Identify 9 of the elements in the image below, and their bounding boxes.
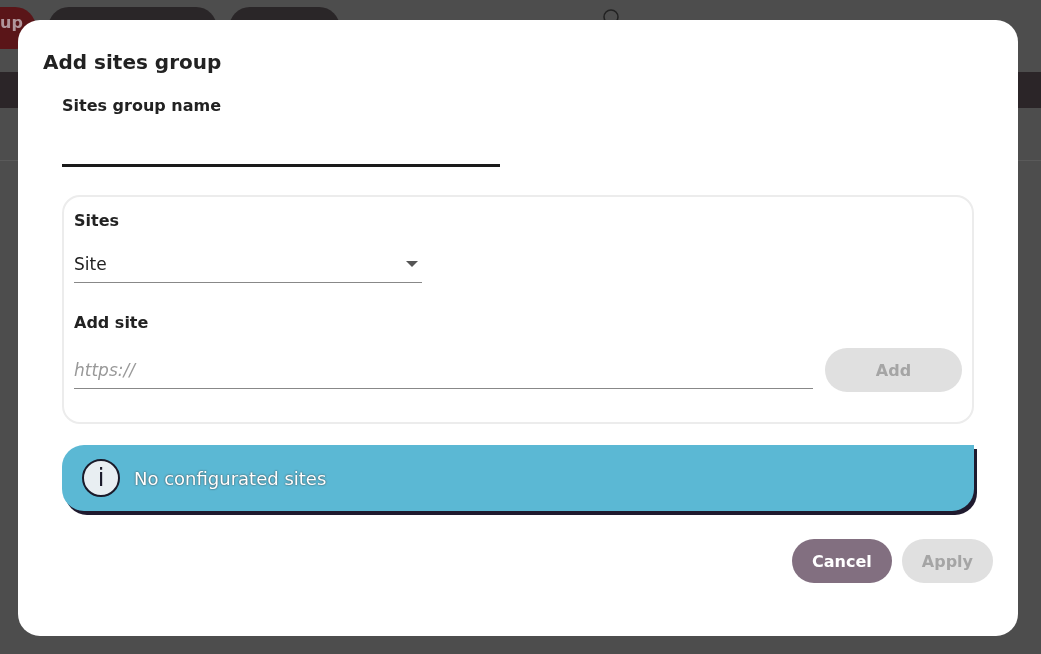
info-message: No configurated sites [134,467,327,489]
section-title: Sites [74,211,120,230]
url-field[interactable]: https:// [74,351,813,389]
dialog-title: Add sites group [43,50,223,74]
site-dropdown[interactable]: Site [74,244,422,283]
field-label: Sites group name [62,96,223,115]
info-icon: i [82,459,120,497]
cancel-button[interactable]: Cancel [792,539,892,583]
field-label: Add site [74,313,150,332]
